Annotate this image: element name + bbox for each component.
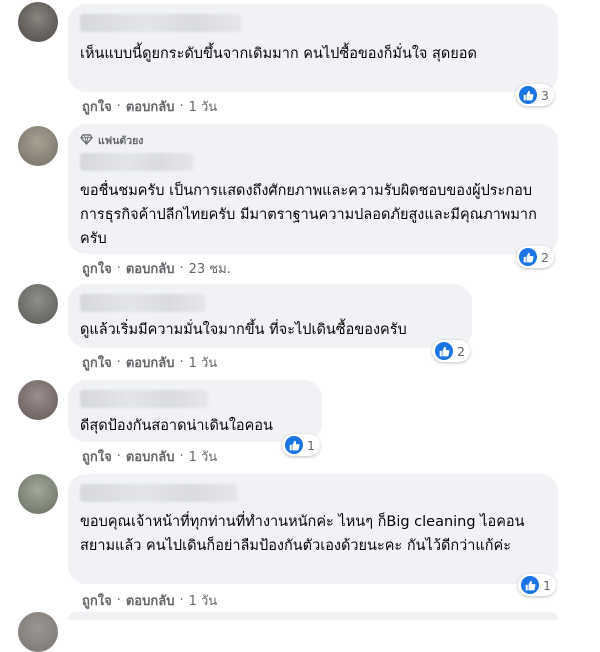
timestamp[interactable]: 1 วัน <box>189 352 218 373</box>
timestamp[interactable]: 1 วัน <box>189 590 218 611</box>
reaction-badge[interactable]: 2 <box>516 246 554 268</box>
comment-text: ดูแล้วเริ่มมีความมั่นใจมากขึ้น ที่จะไปเด… <box>80 322 407 338</box>
like-link[interactable]: ถูกใจ <box>82 258 112 279</box>
timestamp[interactable]: 1 วัน <box>189 96 218 117</box>
top-fan-badge: แฟนตัวยง <box>80 132 546 149</box>
diamond-icon <box>80 133 93 148</box>
commenter-name-blurred[interactable] <box>80 294 206 312</box>
separator: · <box>179 261 184 276</box>
reaction-count: 1 <box>307 437 315 453</box>
reply-link[interactable]: ตอบกลับ <box>126 590 175 611</box>
like-link[interactable]: ถูกใจ <box>82 446 112 467</box>
commenter-name-blurred[interactable] <box>80 390 208 408</box>
comment-bubble-partial <box>68 612 558 620</box>
comment-bubble: แฟนตัวยง ขอชื่นชมครับ เป็นการแสดงถึงศักย… <box>68 124 558 254</box>
badge-label: แฟนตัวยง <box>98 135 144 147</box>
separator: · <box>179 355 184 370</box>
reply-link[interactable]: ตอบกลับ <box>126 446 175 467</box>
reaction-badge[interactable]: 3 <box>516 84 554 106</box>
comment-bubble: ดีสุดป้องกันสอาดน่าเดินใอคอน <box>68 380 322 442</box>
avatar[interactable] <box>18 2 58 42</box>
reaction-count: 1 <box>543 577 551 593</box>
like-thumb-icon <box>435 342 453 360</box>
reaction-count: 2 <box>541 249 549 265</box>
comment-bubble: ขอบคุณเจ้าหน้าที่ทุกท่านที่ทำงานหนักค่ะ … <box>68 474 558 584</box>
commenter-name-blurred[interactable] <box>80 484 238 502</box>
reaction-count: 3 <box>541 87 549 103</box>
avatar[interactable] <box>18 474 58 514</box>
timestamp[interactable]: 1 วัน <box>189 446 218 467</box>
separator: · <box>116 593 121 608</box>
reply-link[interactable]: ตอบกลับ <box>126 96 175 117</box>
like-link[interactable]: ถูกใจ <box>82 590 112 611</box>
like-thumb-icon <box>285 436 303 454</box>
separator: · <box>116 261 121 276</box>
avatar[interactable] <box>18 380 58 420</box>
commenter-name-blurred[interactable] <box>80 14 242 32</box>
separator: · <box>179 449 184 464</box>
like-thumb-icon <box>519 86 537 104</box>
separator: · <box>179 99 184 114</box>
comment-text: ขอบคุณเจ้าหน้าที่ทุกท่านที่ทำงานหนักค่ะ … <box>80 514 525 554</box>
comment-text: ขอชื่นชมครับ เป็นการแสดงถึงศักยภาพและควา… <box>80 183 537 247</box>
comment-text: เห็นแบบนี้ดูยกระดับขึ้นจากเดิมมาก คนไปซื… <box>80 46 477 62</box>
like-thumb-icon <box>521 576 539 594</box>
reaction-badge[interactable]: 1 <box>282 434 320 456</box>
reaction-badge[interactable]: 1 <box>518 574 556 596</box>
separator: · <box>116 99 121 114</box>
like-link[interactable]: ถูกใจ <box>82 352 112 373</box>
comment-bubble: เห็นแบบนี้ดูยกระดับขึ้นจากเดิมมาก คนไปซื… <box>68 4 558 92</box>
commenter-name-blurred[interactable] <box>80 153 194 171</box>
like-link[interactable]: ถูกใจ <box>82 96 112 117</box>
avatar[interactable] <box>18 284 58 324</box>
reply-link[interactable]: ตอบกลับ <box>126 352 175 373</box>
separator: · <box>116 355 121 370</box>
reaction-count: 2 <box>457 343 465 359</box>
reaction-badge[interactable]: 2 <box>432 340 470 362</box>
reply-link[interactable]: ตอบกลับ <box>126 258 175 279</box>
like-thumb-icon <box>519 248 537 266</box>
comment-text: ดีสุดป้องกันสอาดน่าเดินใอคอน <box>80 418 273 434</box>
timestamp[interactable]: 23 ชม. <box>189 258 231 279</box>
avatar[interactable] <box>18 126 58 166</box>
separator: · <box>179 593 184 608</box>
comment-bubble: ดูแล้วเริ่มมีความมั่นใจมากขึ้น ที่จะไปเด… <box>68 284 472 348</box>
separator: · <box>116 449 121 464</box>
avatar-partial[interactable] <box>18 612 58 652</box>
